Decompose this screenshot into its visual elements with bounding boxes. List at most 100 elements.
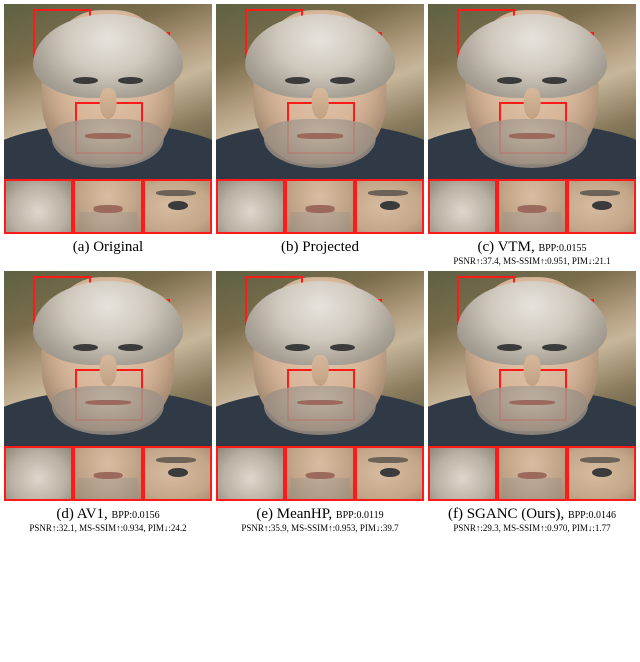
figure-grid: (a) Original (b) Projected: [0, 0, 640, 538]
psnr-prefix: PSNR↑:: [241, 523, 271, 533]
crop-strip: [428, 179, 636, 234]
main-image: [216, 271, 424, 446]
right-eye: [118, 77, 143, 84]
beard: [476, 119, 588, 168]
bpp-value: 0.0146: [589, 510, 617, 521]
msssim-value: 0.934: [123, 523, 143, 533]
nose: [100, 88, 117, 119]
main-image: [4, 271, 212, 446]
caption-main: (e) MeanHP, BPP:0.0119: [241, 505, 398, 523]
pim-value: 24.2: [171, 523, 187, 533]
caption-main: (a) Original: [73, 238, 143, 256]
crop-forehead: [428, 446, 497, 501]
msssim-prefix: MS-SSIM↑:: [503, 256, 547, 266]
bpp-value: 0.0156: [132, 510, 160, 521]
left-eye: [73, 344, 98, 351]
pim-prefix: PIM↓:: [360, 523, 383, 533]
mouth: [509, 400, 555, 405]
beard: [264, 119, 376, 168]
msssim-value: 0.970: [547, 523, 567, 533]
crop-eye: [143, 179, 212, 234]
crop-forehead: [216, 179, 285, 234]
caption-metrics: PSNR↑:37.4, MS-SSIM↑:0.951, PIM↓:21.1: [453, 256, 610, 267]
left-eye: [285, 344, 310, 351]
crop-mouth: [497, 179, 566, 234]
crop-forehead: [4, 179, 73, 234]
crop-mouth: [497, 446, 566, 501]
msssim-prefix: MS-SSIM↑:: [79, 523, 123, 533]
pim-value: 39.7: [383, 523, 399, 533]
beard: [52, 386, 164, 435]
crop-strip: [216, 179, 424, 234]
caption-letter: (b): [281, 239, 299, 255]
psnr-value: 32.1: [59, 523, 75, 533]
mouth: [297, 133, 343, 138]
panel-d: (d) AV1, BPP:0.0156PSNR↑:32.1, MS-SSIM↑:…: [4, 271, 212, 534]
nose: [524, 355, 541, 386]
image-wrap: [4, 271, 212, 501]
caption-main: (d) AV1, BPP:0.0156: [29, 505, 186, 523]
psnr-value: 35.9: [271, 523, 287, 533]
right-eye: [330, 77, 355, 84]
caption-letter: (a): [73, 239, 90, 255]
crop-strip: [428, 446, 636, 501]
image-wrap: [216, 271, 424, 501]
left-eye: [73, 77, 98, 84]
left-eye: [285, 77, 310, 84]
mouth: [509, 133, 555, 138]
crop-forehead: [428, 179, 497, 234]
crop-mouth: [73, 446, 142, 501]
mouth: [85, 400, 131, 405]
caption-letter: (f): [448, 506, 463, 522]
bpp-prefix: BPP:: [538, 243, 559, 254]
left-eye: [497, 344, 522, 351]
msssim-prefix: MS-SSIM↑:: [291, 523, 335, 533]
panel-e: (e) MeanHP, BPP:0.0119PSNR↑:35.9, MS-SSI…: [216, 271, 424, 534]
image-wrap: [216, 4, 424, 234]
right-eye: [330, 344, 355, 351]
crop-strip: [216, 446, 424, 501]
image-wrap: [4, 4, 212, 234]
caption-bpp: BPP:0.0155: [538, 243, 586, 254]
pim-value: 21.1: [595, 256, 611, 266]
psnr-prefix: PSNR↑:: [29, 523, 59, 533]
msssim-value: 0.951: [547, 256, 567, 266]
face-features: [428, 271, 636, 446]
main-image: [428, 271, 636, 446]
caption-main: (c) VTM, BPP:0.0155: [453, 238, 610, 256]
psnr-value: 29.3: [483, 523, 499, 533]
face-features: [216, 4, 424, 179]
caption-metrics: PSNR↑:32.1, MS-SSIM↑:0.934, PIM↓:24.2: [29, 523, 186, 534]
caption: (b) Projected: [281, 238, 359, 256]
face-features: [216, 271, 424, 446]
panel-a: (a) Original: [4, 4, 212, 267]
psnr-prefix: PSNR↑:: [453, 523, 483, 533]
caption-method-name: Original: [93, 239, 143, 255]
caption-metrics: PSNR↑:35.9, MS-SSIM↑:0.953, PIM↓:39.7: [241, 523, 398, 534]
pim-prefix: PIM↓:: [572, 523, 595, 533]
psnr-prefix: PSNR↑:: [453, 256, 483, 266]
left-eye: [497, 77, 522, 84]
mouth: [85, 133, 131, 138]
main-image: [216, 4, 424, 179]
caption-main: (b) Projected: [281, 238, 359, 256]
main-image: [4, 4, 212, 179]
caption-letter: (e): [256, 506, 273, 522]
mouth: [297, 400, 343, 405]
nose: [524, 88, 541, 119]
beard: [264, 386, 376, 435]
caption: (d) AV1, BPP:0.0156PSNR↑:32.1, MS-SSIM↑:…: [29, 505, 186, 534]
caption-method-name: AV1: [77, 506, 104, 522]
crop-mouth: [285, 446, 354, 501]
face-features: [428, 4, 636, 179]
nose: [100, 355, 117, 386]
bpp-prefix: BPP:: [336, 510, 357, 521]
psnr-value: 37.4: [483, 256, 499, 266]
panel-f: (f) SGANC (Ours), BPP:0.0146PSNR↑:29.3, …: [428, 271, 636, 534]
right-eye: [542, 77, 567, 84]
beard: [52, 119, 164, 168]
caption-bpp: BPP:0.0156: [112, 510, 160, 521]
nose: [312, 88, 329, 119]
caption: (f) SGANC (Ours), BPP:0.0146PSNR↑:29.3, …: [448, 505, 616, 534]
caption-letter: (d): [56, 506, 74, 522]
